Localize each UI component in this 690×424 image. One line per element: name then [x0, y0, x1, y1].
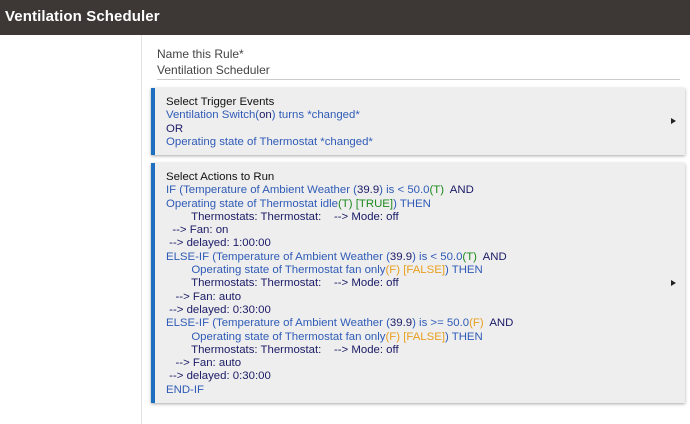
rule-text-segment: Operating state of Thermostat fan only — [166, 330, 386, 343]
action-line: Thermostats: Thermostat: --> Mode: off — [166, 344, 663, 357]
rule-text-segment: --> Fan: auto — [166, 357, 242, 370]
rule-text-segment: ELSE-IF (Temperature of Ambient Weather … — [166, 250, 390, 263]
rule-text-segment: Operating state of Thermostat fan only — [166, 264, 386, 277]
trigger-events-card[interactable]: Select Trigger Events Ventilation Switch… — [151, 88, 685, 155]
triangle-right-icon[interactable] — [671, 280, 676, 286]
rule-text-segment: AND — [444, 184, 474, 197]
rule-text-segment: 39.9 — [389, 317, 413, 330]
action-line: --> delayed: 0:30:00 — [166, 304, 663, 317]
rule-text-segment: Thermostats: Thermostat: --> Mode: off — [166, 343, 399, 356]
rule-text-segment: --> delayed: 0:30:00 — [166, 370, 271, 383]
action-line: Operating state of Thermostat idle(T) [T… — [166, 198, 663, 211]
actions-heading: Select Actions to Run — [166, 171, 275, 183]
rule-text-segment: [TRUE] — [352, 197, 394, 210]
rule-text-segment: --> Fan: on — [166, 224, 229, 237]
rule-text-segment: (T) — [462, 250, 477, 263]
app-header: Ventilation Scheduler — [0, 0, 690, 35]
rule-text-segment: Thermostats: Thermostat: --> Mode: off — [166, 277, 399, 290]
rule-name-label: Name this Rule* — [157, 47, 244, 61]
rule-text-segment: ) turns *changed* — [271, 109, 360, 122]
rule-text-segment: ) THEN — [445, 330, 483, 343]
rule-text-segment: IF (Temperature of Ambient Weather ( — [166, 184, 357, 197]
action-line: Thermostats: Thermostat: --> Mode: off — [166, 277, 663, 290]
action-line: --> delayed: 0:30:00 — [166, 370, 663, 383]
action-line: Operating state of Thermostat fan only(F… — [166, 264, 663, 277]
rule-text-segment: ) is < 50.0 — [379, 184, 430, 197]
rule-text-segment: ) is < 50.0 — [412, 250, 463, 263]
rule-text-segment: 39.9 — [356, 184, 380, 197]
action-line: ELSE-IF (Temperature of Ambient Weather … — [166, 317, 663, 330]
rule-text-segment: [FALSE] — [400, 330, 445, 343]
rule-text-segment: [FALSE] — [400, 264, 445, 277]
action-line: --> Fan: auto — [166, 357, 663, 370]
rule-text-segment: (F) — [469, 317, 484, 330]
triangle-right-icon[interactable] — [671, 118, 676, 124]
rule-text-segment: --> delayed: 0:30:00 — [166, 303, 271, 316]
rule-text-segment: ELSE-IF (Temperature of Ambient Weather … — [166, 317, 390, 330]
app-title: Ventilation Scheduler — [5, 8, 160, 25]
rule-text-segment: Operating state of Thermostat idle — [166, 197, 339, 210]
rule-name-input[interactable]: Ventilation Scheduler — [157, 63, 680, 80]
rule-text-segment: (F) — [385, 330, 401, 343]
rule-text-segment: (F) — [385, 264, 401, 277]
action-line: Thermostats: Thermostat: --> Mode: off — [166, 211, 663, 224]
rule-text-segment: ) THEN — [445, 264, 483, 277]
trigger-heading: Select Trigger Events — [166, 96, 275, 108]
rule-text-segment: on — [259, 109, 272, 122]
action-line: --> Fan: auto — [166, 291, 663, 304]
action-line: --> Fan: on — [166, 224, 663, 237]
rule-text-segment: ) is >= 50.0 — [412, 317, 470, 330]
rule-text-segment: --> delayed: 1:00:00 — [166, 237, 271, 250]
rule-text-segment: (T) — [338, 197, 353, 210]
action-line: ELSE-IF (Temperature of Ambient Weather … — [166, 251, 663, 264]
rule-text-segment: ) THEN — [393, 197, 431, 210]
trigger-line-thermostat: Operating state of Thermostat *changed* — [166, 135, 373, 148]
trigger-or: OR — [166, 122, 184, 135]
rule-text-segment: Ventilation Switch( — [166, 109, 260, 122]
action-line: Operating state of Thermostat fan only(F… — [166, 331, 663, 344]
actions-card[interactable]: Select Actions to Run IF (Temperature of… — [151, 163, 685, 403]
trigger-line-switch: Ventilation Switch(on) turns *changed* — [166, 109, 663, 122]
rule-text-segment: AND — [483, 317, 514, 330]
action-line: --> delayed: 1:00:00 — [166, 237, 663, 250]
rule-text-segment: Thermostats: Thermostat: --> Mode: off — [166, 210, 399, 223]
rule-text-segment: AND — [476, 250, 507, 263]
rule-text-segment: (T) — [429, 184, 445, 197]
action-line: IF (Temperature of Ambient Weather (39.9… — [166, 184, 663, 197]
rule-text-segment: END-IF — [166, 383, 204, 396]
action-line: END-IF — [166, 384, 663, 397]
rule-text-segment: 39.9 — [389, 250, 413, 263]
sidebar-divider — [141, 35, 142, 424]
rule-text-segment: --> Fan: auto — [166, 290, 242, 303]
